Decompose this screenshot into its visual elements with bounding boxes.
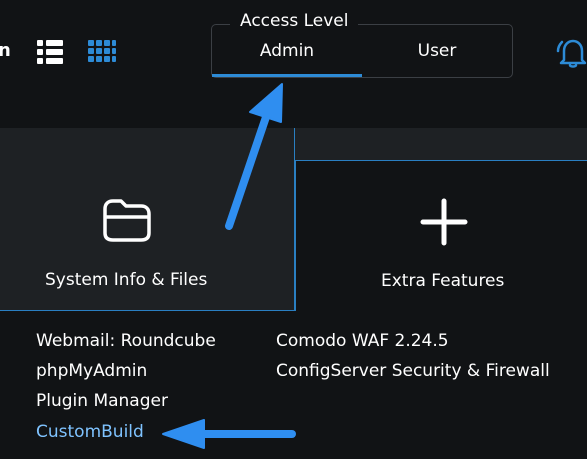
tab-user-label: User <box>417 41 457 61</box>
directadmin-dashboard: n Access Level Admin User System Info & … <box>0 0 587 459</box>
notification-bell-icon[interactable] <box>556 34 587 70</box>
arrow-to-custombuild <box>162 419 296 449</box>
link-custombuild[interactable]: CustomBuild <box>36 422 144 442</box>
tab-admin-label: Admin <box>259 41 315 61</box>
card-system-info-files-label: System Info & Files <box>45 270 208 290</box>
grid-view-icon[interactable] <box>88 40 116 68</box>
tab-admin[interactable]: Admin <box>212 28 362 78</box>
link-comodo-waf[interactable]: Comodo WAF 2.24.5 <box>276 331 449 351</box>
card-extra-features-label: Extra Features <box>381 271 505 291</box>
link-plugin-manager[interactable]: Plugin Manager <box>36 391 168 411</box>
link-configserver-firewall[interactable]: ConfigServer Security & Firewall <box>276 361 550 381</box>
header-truncated-text: n <box>0 40 11 61</box>
active-tab-indicator <box>212 74 362 77</box>
plus-icon <box>420 198 468 246</box>
list-view-icon[interactable] <box>37 40 63 64</box>
folder-icon <box>103 199 151 242</box>
link-phpmyadmin[interactable]: phpMyAdmin <box>36 361 147 381</box>
link-webmail-roundcube[interactable]: Webmail: Roundcube <box>36 331 216 351</box>
tab-user[interactable]: User <box>362 28 512 78</box>
